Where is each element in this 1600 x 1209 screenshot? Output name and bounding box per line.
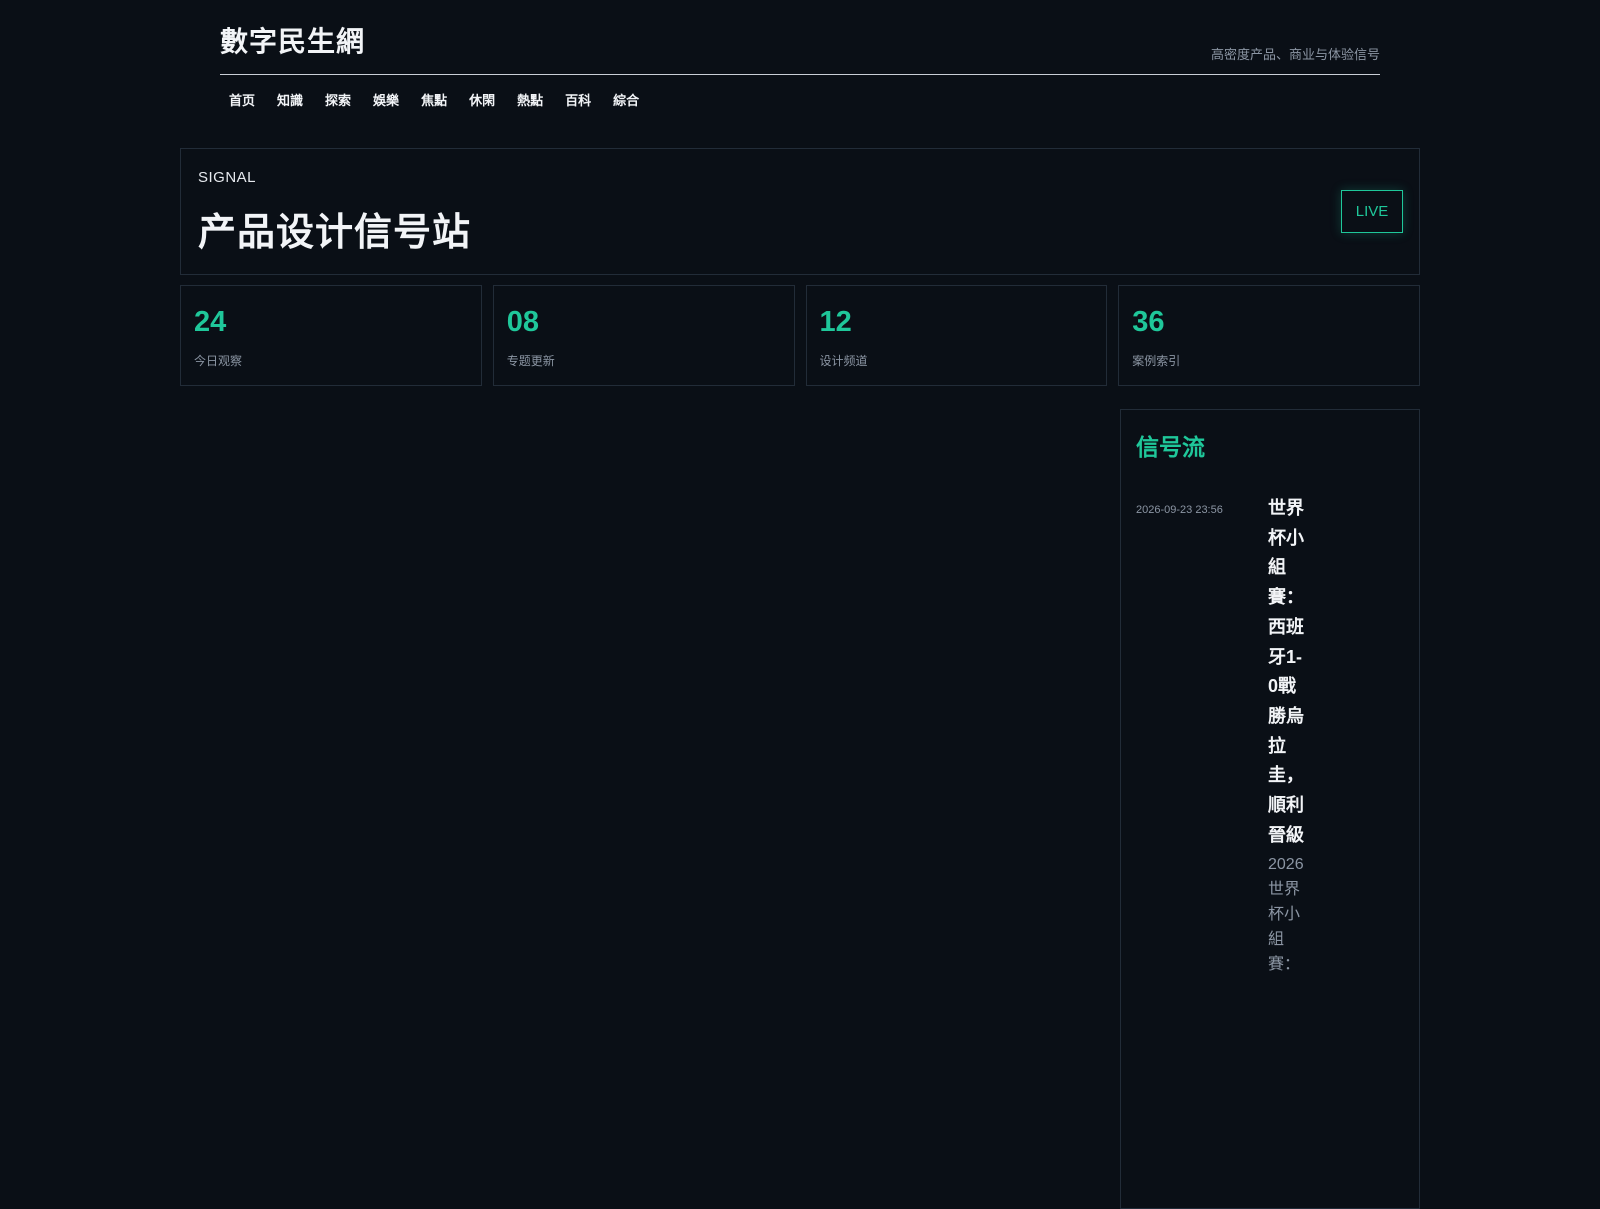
stat-label: 案例索引 [1132, 354, 1181, 368]
site-title[interactable]: 數字民生網 [220, 20, 365, 60]
nav-item-explore[interactable]: 探索 [317, 86, 359, 110]
feed-item-summary: 2026世界杯小組賽： [1268, 856, 1304, 974]
feed-item-body: 世界杯小組賽：西班牙1-0戰勝烏拉圭，順利晉級 2026世界杯小組賽： [1268, 494, 1308, 977]
hero-title: 产品设计信号站 [198, 212, 472, 254]
site-header: 數字民生網 高密度产品、商业与体验信号 [220, 0, 1380, 75]
nav-item-home[interactable]: 首页 [221, 86, 263, 110]
nav-item-leisure[interactable]: 休閑 [461, 86, 503, 110]
nav-item-knowledge[interactable]: 知識 [269, 86, 311, 110]
signal-feed-title: 信号流 [1136, 434, 1205, 460]
hero-panel: SIGNAL 产品设计信号站 LIVE [180, 148, 1420, 275]
stat-card: 36 案例索引 [1118, 285, 1420, 386]
stat-card: 24 今日观察 [180, 285, 482, 386]
site-tagline: 高密度产品、商业与体验信号 [1210, 47, 1380, 62]
stat-value: 08 [506, 306, 540, 338]
stat-value: 24 [194, 306, 227, 338]
stat-label: 设计频道 [819, 354, 868, 368]
nav-item-general[interactable]: 綜合 [605, 86, 647, 110]
nav-item-encyclopedia[interactable]: 百科 [557, 86, 599, 110]
stats-row: 24 今日观察 08 专题更新 12 设计频道 36 案例索引 [180, 285, 1420, 386]
stat-label: 专题更新 [506, 354, 555, 368]
feed-item-headline[interactable]: 世界杯小組賽：西班牙1-0戰勝烏拉圭，順利晉級 [1268, 498, 1304, 845]
live-badge[interactable]: LIVE [1341, 190, 1403, 233]
feed-item-timestamp: 2026-09-23 23:56 [1136, 504, 1223, 516]
nav-item-hot[interactable]: 熱點 [509, 86, 551, 110]
stat-card: 12 设计频道 [805, 285, 1108, 386]
nav-item-entertainment[interactable]: 娛樂 [365, 86, 407, 110]
nav-item-focus[interactable]: 焦點 [413, 86, 455, 110]
hero-eyebrow: SIGNAL [198, 169, 257, 186]
stat-value: 12 [819, 306, 852, 338]
signal-feed-panel: 信号流 2026-09-23 23:56 世界杯小組賽：西班牙1-0戰勝烏拉圭，… [1120, 409, 1420, 1209]
main-nav: 首页 知識 探索 娛樂 焦點 休閑 熱點 百科 綜合 [221, 86, 653, 110]
stat-card: 08 专题更新 [492, 285, 795, 386]
feed-item: 2026-09-23 23:56 世界杯小組賽：西班牙1-0戰勝烏拉圭，順利晉級… [1136, 494, 1406, 977]
stat-value: 36 [1132, 306, 1165, 338]
stat-label: 今日观察 [194, 354, 243, 368]
